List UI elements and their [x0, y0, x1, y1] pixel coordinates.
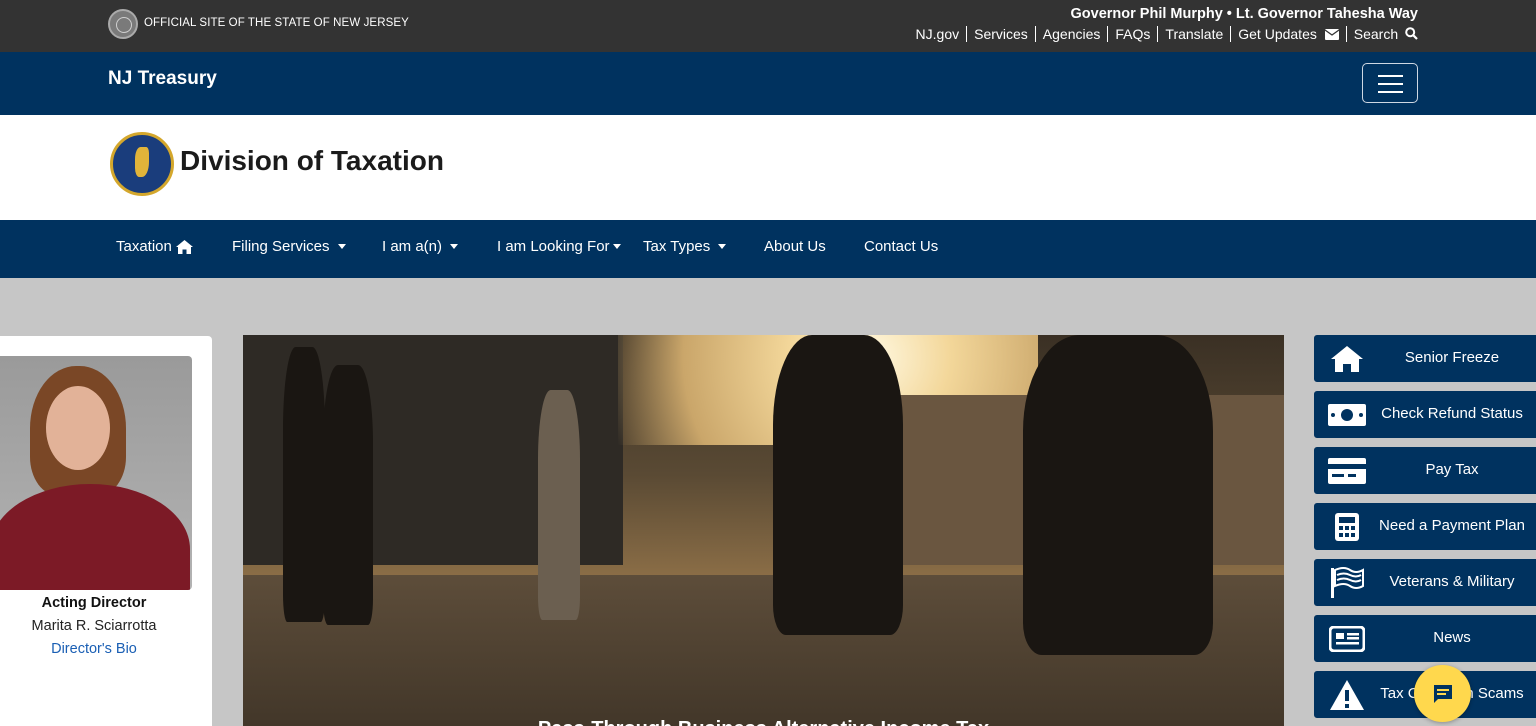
photo-body [0, 484, 190, 590]
top-link-faqs[interactable]: FAQs [1107, 26, 1157, 42]
nav-item-taxation[interactable]: Taxation [116, 238, 193, 255]
quick-link-news[interactable]: News [1314, 615, 1536, 662]
treasury-title[interactable]: NJ Treasury [108, 68, 217, 90]
nav-item-looking-for[interactable]: I am Looking For [497, 238, 621, 255]
quick-link-check-refund-status[interactable]: Check Refund Status [1314, 391, 1536, 438]
caret-down-icon [718, 244, 727, 249]
chat-button[interactable] [1414, 665, 1471, 722]
main-nav: Taxation Filing Services I am a(n) I am … [0, 220, 1536, 278]
money-icon [1327, 401, 1367, 429]
quick-link-pay-tax[interactable]: Pay Tax [1314, 447, 1536, 494]
caret-down-icon [337, 244, 346, 249]
hero-person [538, 390, 580, 620]
nav-label: Taxation [116, 238, 172, 255]
menu-toggle-button[interactable] [1362, 63, 1418, 103]
hero-person [283, 347, 325, 622]
top-link-services[interactable]: Services [966, 26, 1035, 42]
quick-link-label: News [1433, 629, 1471, 646]
nj-state-seal-icon [108, 9, 138, 39]
director-photo [0, 356, 192, 590]
hamburger-line [1378, 75, 1403, 77]
quick-link-payment-plan[interactable]: Need a Payment Plan [1314, 503, 1536, 550]
quick-link-label: Need a Payment Plan [1379, 517, 1525, 534]
top-link-translate[interactable]: Translate [1157, 26, 1230, 42]
hero-caption[interactable]: Pass-Through Business Alternative Income… [243, 718, 1284, 726]
caret-down-icon [612, 244, 621, 249]
flag-icon [1327, 567, 1367, 598]
search-label: Search [1353, 26, 1399, 42]
division-title[interactable]: Division of Taxation [180, 145, 444, 177]
hamburger-line [1378, 91, 1403, 93]
division-logo[interactable] [110, 132, 174, 196]
hero-carousel-image[interactable]: Pass-Through Business Alternative Income… [243, 335, 1284, 726]
nav-label: Tax Types [643, 238, 711, 255]
nav-label: Filing Services [232, 238, 330, 255]
nav-item-contact-us[interactable]: Contact Us [864, 238, 938, 255]
caret-down-icon [450, 244, 459, 249]
director-name: Marita R. Sciarrotta [31, 618, 157, 634]
home-icon [1327, 345, 1367, 373]
top-link-search[interactable]: Search [1345, 26, 1418, 42]
hero-person [323, 365, 373, 625]
top-link-agencies[interactable]: Agencies [1034, 26, 1108, 42]
hero-person [1023, 335, 1213, 655]
home-icon [175, 239, 193, 254]
nav-label: Contact Us [864, 238, 939, 255]
quick-link-veterans-military[interactable]: Veterans & Military [1314, 559, 1536, 606]
chat-bubble-icon [1433, 684, 1452, 703]
nav-item-filing-services[interactable]: Filing Services [232, 238, 346, 255]
nav-label: I am a(n) [382, 238, 443, 255]
hero-person [773, 335, 903, 635]
search-icon [1405, 27, 1418, 40]
division-header: Division of Taxation [0, 115, 1536, 220]
newspaper-icon [1327, 625, 1367, 653]
quick-link-label: Pay Tax [1425, 461, 1479, 478]
get-updates-label: Get Updates [1238, 26, 1317, 42]
governor-line: Governor Phil Murphy • Lt. Governor Tahe… [1070, 6, 1419, 22]
director-role: Acting Director [41, 595, 147, 611]
quick-link-label: Senior Freeze [1404, 349, 1500, 366]
quick-link-label: Check Refund Status [1381, 405, 1523, 422]
treasury-bar: NJ Treasury [0, 52, 1536, 115]
calculator-icon [1327, 513, 1367, 541]
credit-card-icon [1327, 457, 1367, 485]
official-site-bar: OFFICIAL SITE OF THE STATE OF NEW JERSEY… [0, 0, 1536, 52]
nav-label: About Us [764, 238, 826, 255]
photo-face [46, 386, 110, 470]
nav-item-about-us[interactable]: About Us [764, 238, 826, 255]
director-bio-link[interactable]: Director's Bio [0, 641, 188, 657]
quick-link-senior-freeze[interactable]: Senior Freeze [1314, 335, 1536, 382]
top-link-njgov[interactable]: NJ.gov [916, 26, 967, 42]
nav-item-tax-types[interactable]: Tax Types [643, 238, 727, 255]
director-card: Acting Director Marita R. Sciarrotta Dir… [0, 336, 212, 726]
envelope-icon [1324, 29, 1340, 40]
top-link-get-updates[interactable]: Get Updates [1230, 26, 1346, 42]
official-site-label: OFFICIAL SITE OF THE STATE OF NEW JERSEY [144, 17, 409, 29]
quick-link-label: Veterans & Military [1389, 573, 1515, 590]
warning-icon [1327, 680, 1367, 710]
top-links: NJ.gov Services Agencies FAQs Translate … [916, 26, 1418, 42]
hamburger-line [1378, 83, 1403, 85]
nav-label: I am Looking For [497, 238, 610, 255]
nav-item-i-am-a[interactable]: I am a(n) [382, 238, 459, 255]
